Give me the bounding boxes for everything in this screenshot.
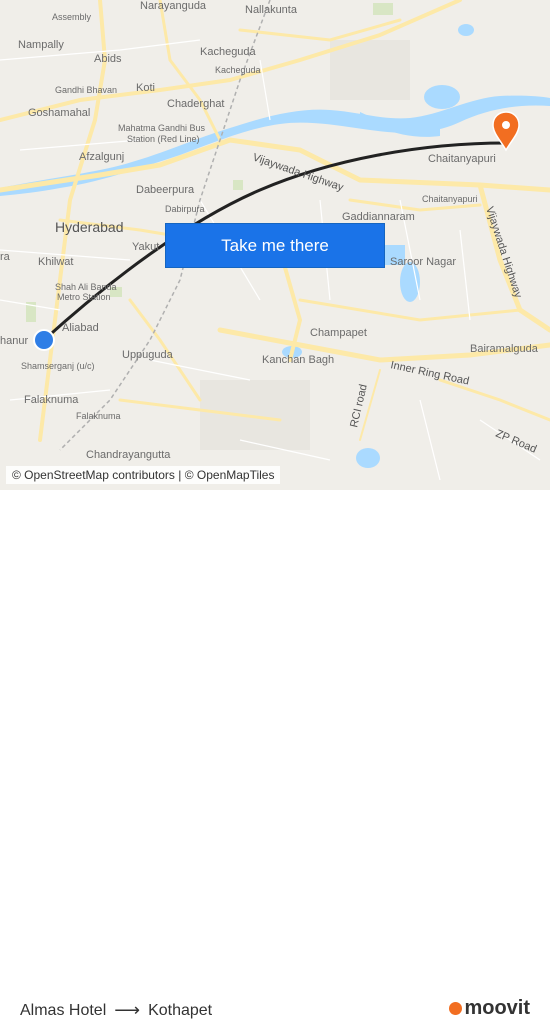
place-label: Bairamalguda (470, 343, 539, 355)
place-label: Falaknuma (76, 411, 121, 421)
place-label: Uppuguda (122, 349, 174, 361)
place-label: Metro Station (57, 292, 111, 302)
origin-marker-icon[interactable] (33, 329, 55, 351)
place-label: Khilwat (38, 256, 73, 268)
place-label: Assembly (52, 12, 92, 22)
place-label: Saroor Nagar (390, 256, 456, 268)
map-attribution[interactable]: © OpenStreetMap contributors | © OpenMap… (6, 466, 281, 484)
map-view[interactable]: Assembly Narayanguda Nallakunta Nampally… (0, 0, 550, 490)
moovit-logo[interactable]: moovit (449, 997, 530, 1020)
place-label: Hyderabad (55, 219, 124, 235)
place-label: Dabeerpura (136, 184, 195, 196)
place-label: Champapet (310, 327, 367, 339)
place-label: Goshamahal (28, 107, 90, 119)
place-label: Shamserganj (u/c) (21, 361, 95, 371)
place-label: Kacheguda (200, 46, 257, 58)
place-label: Yakut (132, 241, 159, 253)
place-label: Gandhi Bhavan (55, 85, 117, 95)
place-label: Aliabad (62, 322, 99, 334)
place-label: Station (Red Line) (127, 134, 200, 144)
place-label: Nallakunta (245, 4, 298, 16)
place-label: Chaitanyapuri (428, 153, 496, 165)
place-label: Koti (136, 82, 155, 94)
place-label: Afzalgunj (79, 151, 124, 163)
route-summary: Almas Hotel ⟶ Kothapet (20, 1000, 212, 1021)
place-label: Narayanguda (140, 0, 207, 12)
place-label: Kanchan Bagh (262, 354, 334, 366)
route-footer: Almas Hotel ⟶ Kothapet moovit (0, 490, 550, 1020)
take-me-there-button[interactable]: Take me there (165, 223, 385, 268)
place-label: Nampally (18, 39, 64, 51)
place-label: Shah Ali Banda (55, 282, 117, 292)
moovit-logo-icon (449, 1002, 463, 1015)
place-label: Chaderghat (167, 98, 225, 110)
destination-name: Kothapet (148, 1001, 213, 1019)
origin-name: Almas Hotel (20, 1001, 107, 1019)
arrow-right-icon: ⟶ (114, 1000, 141, 1020)
place-label: Dabirpura (165, 204, 205, 214)
place-label: Chandrayangutta (86, 449, 171, 461)
place-label: Mahatma Gandhi Bus (118, 123, 206, 133)
place-label: Abids (94, 53, 122, 65)
place-label: Gaddiannaram (342, 211, 415, 223)
brand-name: moovit (464, 997, 530, 1019)
place-label: Falaknuma (24, 394, 79, 406)
place-label: hanur (0, 335, 28, 347)
place-label: ra (0, 251, 11, 263)
place-label: Chaitanyapuri (422, 194, 478, 204)
place-label: Kacheguda (215, 65, 261, 75)
